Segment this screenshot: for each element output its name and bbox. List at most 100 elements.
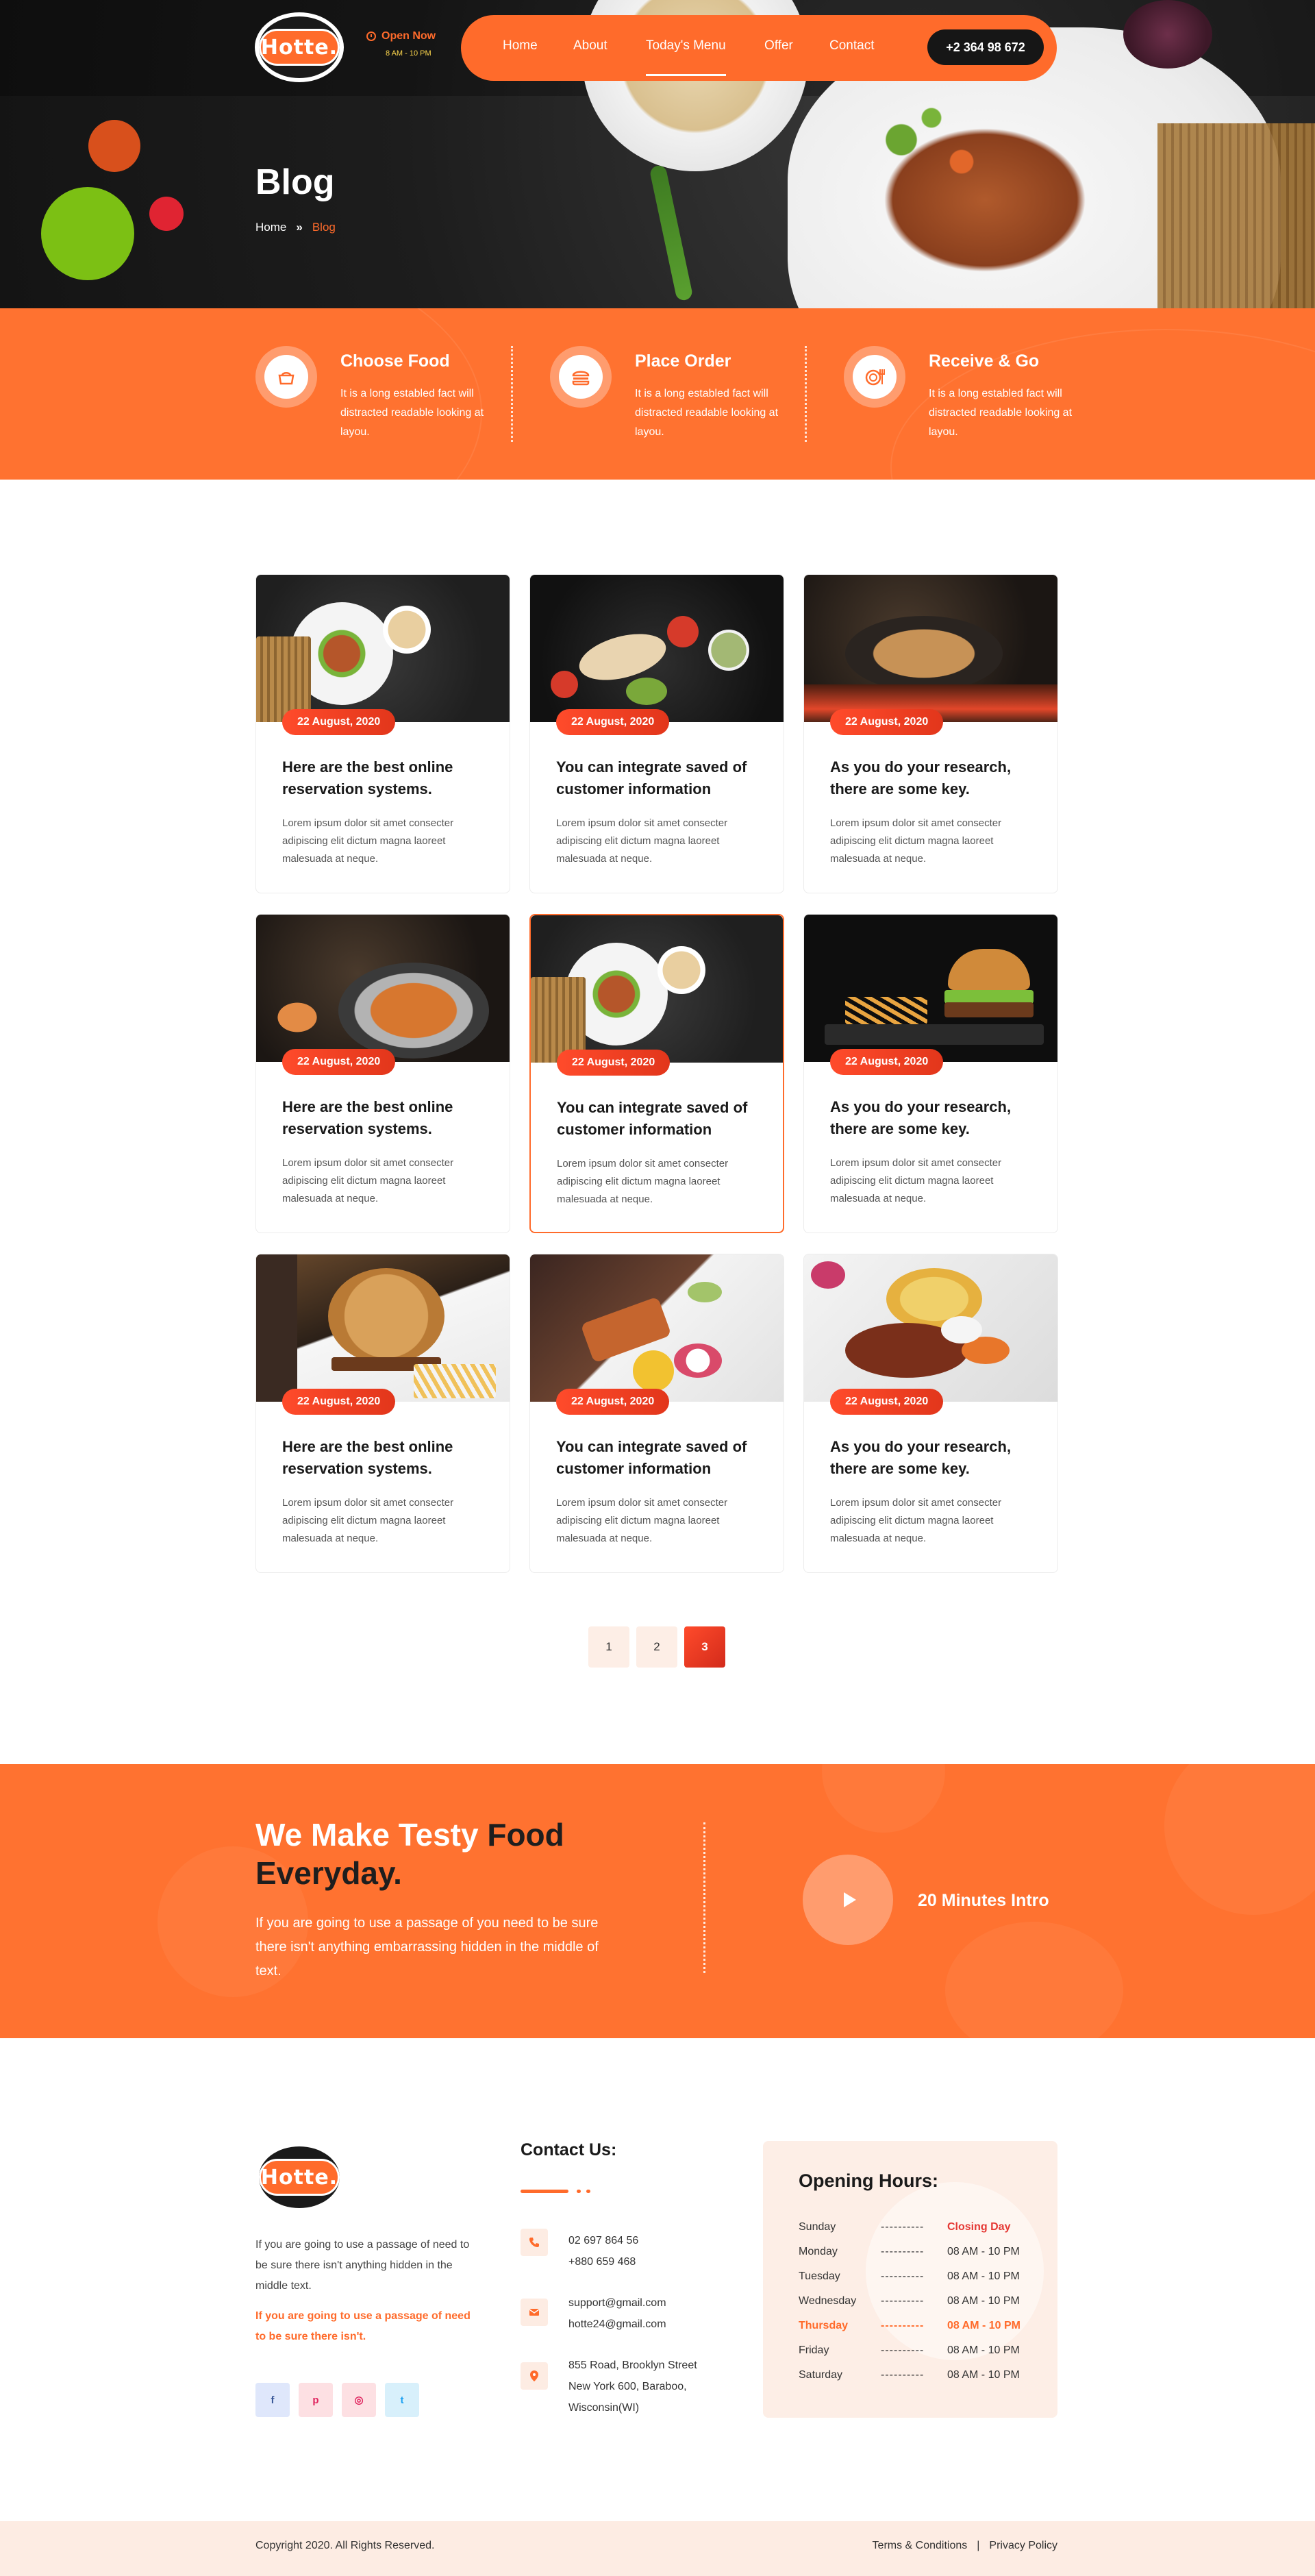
food-basket-icon	[264, 355, 308, 399]
blog-card[interactable]: 22 August, 2020 You can integrate saved …	[529, 1254, 784, 1573]
post-date: 22 August, 2020	[557, 1050, 671, 1076]
nav-about[interactable]: About	[573, 38, 608, 53]
contact-emails: support@gmail.com hotte24@gmail.com	[568, 2292, 666, 2335]
opening-hours-title: Opening Hours:	[799, 2170, 938, 2191]
privacy-link[interactable]: Privacy Policy	[989, 2540, 1057, 2552]
post-excerpt: Lorem ipsum dolor sit amet consecter adi…	[830, 1497, 1002, 1544]
post-image	[256, 1254, 510, 1402]
post-title[interactable]: As you do your research, there are some …	[830, 756, 1049, 800]
bamboo-mat-image	[1157, 123, 1315, 308]
post-title[interactable]: Here are the best online reservation sys…	[282, 1096, 501, 1140]
nav-offer[interactable]: Offer	[764, 38, 793, 53]
burger-icon	[559, 355, 603, 399]
step-title: Receive & Go	[929, 351, 1040, 371]
open-now-label: Open Now	[381, 30, 436, 42]
nav-contact[interactable]: Contact	[829, 38, 874, 53]
step-desc: It is a long establed fact will distract…	[635, 388, 779, 438]
promo-title: We Make Testy Food Everyday.	[255, 1817, 564, 1891]
blog-card[interactable]: 22 August, 2020 You can integrate saved …	[529, 574, 784, 893]
decor-circle-red	[149, 197, 184, 231]
email-2[interactable]: hotte24@gmail.com	[568, 2314, 666, 2335]
step-choose-food: Choose Food It is a long establed fact w…	[255, 346, 529, 449]
post-title[interactable]: You can integrate saved of customer info…	[556, 756, 775, 800]
logo-text: Hotte.	[258, 2159, 340, 2196]
post-excerpt: Lorem ipsum dolor sit amet consecter adi…	[556, 1497, 728, 1544]
step-receive-go: Receive & Go It is a long establed fact …	[844, 346, 1118, 449]
post-title[interactable]: As you do your research, there are some …	[830, 1096, 1049, 1140]
facebook-icon[interactable]: f	[255, 2383, 290, 2417]
post-excerpt: Lorem ipsum dolor sit amet consecter adi…	[282, 1497, 454, 1544]
location-pin-icon	[521, 2362, 548, 2390]
post-date: 22 August, 2020	[282, 1049, 396, 1075]
post-title[interactable]: Here are the best online reservation sys…	[282, 1436, 501, 1480]
promo-divider	[703, 1822, 705, 1973]
phone-button[interactable]: +2 364 98 672	[927, 29, 1044, 65]
play-icon	[844, 1892, 856, 1907]
email-1[interactable]: support@gmail.com	[568, 2292, 666, 2314]
phone-2[interactable]: +880 659 468	[568, 2251, 638, 2272]
contact-phones: 02 697 864 56 +880 659 468	[568, 2230, 638, 2272]
phone-icon	[521, 2229, 548, 2256]
contact-title: Contact Us:	[521, 2140, 617, 2159]
site-logo[interactable]: Hotte.	[255, 12, 344, 82]
onion-image	[1123, 0, 1212, 69]
herb-garnish-image	[856, 96, 1007, 206]
chili-image	[649, 164, 694, 302]
post-image	[804, 575, 1057, 722]
decor-circle-green	[41, 187, 134, 280]
open-hours-text: 8 AM - 10 PM	[386, 49, 431, 58]
page-button-2[interactable]: 2	[636, 1626, 677, 1668]
post-date: 22 August, 2020	[282, 1389, 396, 1415]
bottom-bar	[0, 2521, 1315, 2576]
post-excerpt: Lorem ipsum dolor sit amet consecter adi…	[830, 817, 1002, 865]
phone-1[interactable]: 02 697 864 56	[568, 2230, 638, 2251]
blog-card[interactable]: 22 August, 2020 Here are the best online…	[255, 1254, 510, 1573]
contact-address: 855 Road, Brooklyn Street New York 600, …	[568, 2360, 697, 2414]
post-date: 22 August, 2020	[282, 709, 396, 735]
nav-todays-menu[interactable]: Today's Menu	[646, 38, 726, 76]
post-excerpt: Lorem ipsum dolor sit amet consecter adi…	[282, 817, 454, 865]
step-divider	[511, 346, 513, 442]
footer-about-text: If you are going to use a passage of nee…	[255, 2239, 470, 2292]
nav-home[interactable]: Home	[503, 38, 538, 53]
step-desc: It is a long establed fact will distract…	[929, 388, 1073, 438]
play-video-button[interactable]	[803, 1855, 893, 1945]
step-place-order: Place Order It is a long establed fact w…	[550, 346, 824, 449]
twitter-icon[interactable]: t	[385, 2383, 419, 2417]
legal-links: Terms & Conditions | Privacy Policy	[873, 2540, 1057, 2552]
post-title[interactable]: You can integrate saved of customer info…	[556, 1436, 775, 1480]
footer-logo[interactable]: Hotte.	[255, 2142, 344, 2212]
post-title[interactable]: Here are the best online reservation sys…	[282, 756, 501, 800]
pinterest-icon[interactable]: p	[299, 2383, 333, 2417]
breadcrumb-home[interactable]: Home	[255, 221, 286, 234]
instagram-icon[interactable]: ◎	[342, 2383, 376, 2417]
step-divider	[805, 346, 807, 442]
breadcrumb-separator-icon: »	[296, 221, 303, 234]
blog-card[interactable]: 22 August, 2020 Here are the best online…	[255, 574, 510, 893]
blog-card-active[interactable]: 22 August, 2020 You can integrate saved …	[529, 914, 784, 1233]
blog-card[interactable]: 22 August, 2020 As you do your research,…	[803, 1254, 1058, 1573]
post-date: 22 August, 2020	[830, 709, 944, 735]
blog-card[interactable]: 22 August, 2020 As you do your research,…	[803, 914, 1058, 1233]
post-date: 22 August, 2020	[556, 709, 670, 735]
step-title: Choose Food	[340, 351, 450, 371]
post-image	[256, 915, 510, 1062]
legal-separator: |	[977, 2540, 980, 2551]
clock-icon	[366, 32, 376, 41]
promo-band	[0, 1764, 1315, 2038]
post-title[interactable]: As you do your research, there are some …	[830, 1436, 1049, 1480]
post-image	[804, 1254, 1057, 1402]
post-image	[530, 1254, 784, 1402]
page-button-3-active[interactable]: 3	[684, 1626, 725, 1668]
post-image	[256, 575, 510, 722]
post-title[interactable]: You can integrate saved of customer info…	[557, 1097, 776, 1141]
terms-link[interactable]: Terms & Conditions	[873, 2540, 968, 2552]
post-excerpt: Lorem ipsum dolor sit amet consecter adi…	[282, 1157, 454, 1204]
post-date: 22 August, 2020	[556, 1389, 670, 1415]
footer-about-accent: If you are going to use a passage of nee…	[255, 2310, 471, 2342]
breadcrumb-current: Blog	[312, 221, 336, 234]
blog-card[interactable]: 22 August, 2020 As you do your research,…	[803, 574, 1058, 893]
blog-card[interactable]: 22 August, 2020 Here are the best online…	[255, 914, 510, 1233]
page-button-1[interactable]: 1	[588, 1626, 629, 1668]
copyright-text: Copyright 2020. All Rights Reserved.	[255, 2540, 435, 2551]
